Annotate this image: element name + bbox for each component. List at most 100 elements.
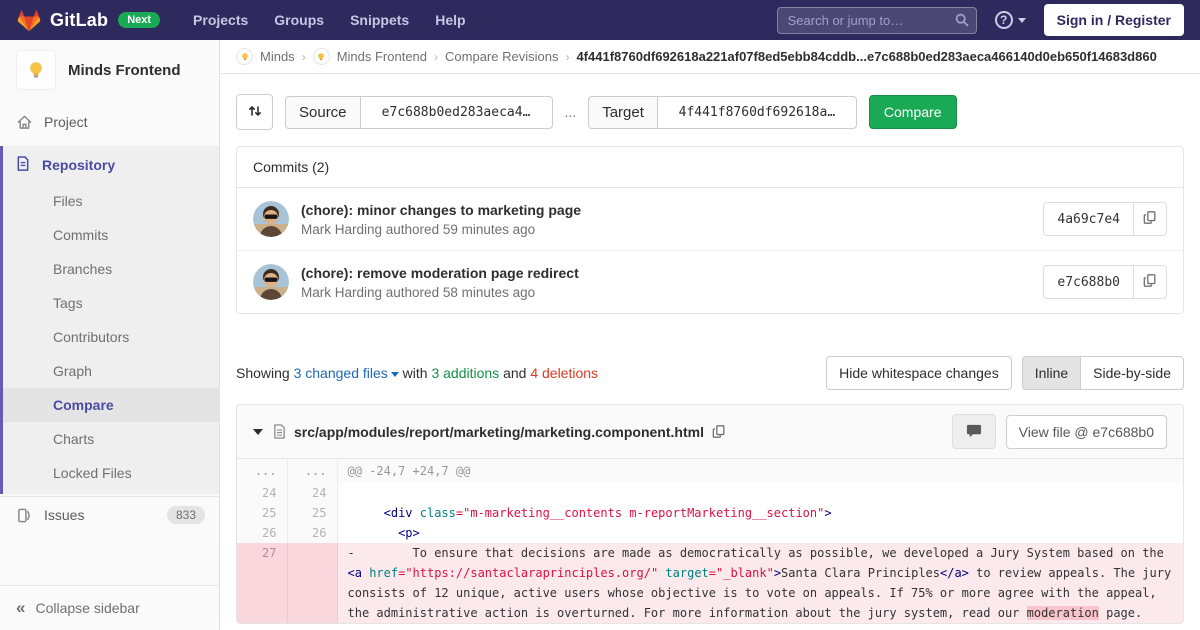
and-label: and [503,365,526,381]
compare-form: Source e7c688b0ed283aeca4… ... Target 4f… [236,94,1184,130]
nav-help[interactable]: Help [424,6,476,34]
issues-icon [16,508,32,523]
old-line-number: ... [237,459,287,483]
sidebar-item-charts[interactable]: Charts [3,422,219,456]
global-search [777,7,977,34]
breadcrumb-project[interactable]: Minds Frontend [337,49,427,64]
old-line-number[interactable]: 27 [237,543,287,623]
project-avatar-small [313,48,330,65]
sidebar-item-compare[interactable]: Compare [3,388,219,422]
sidebar-item-commits[interactable]: Commits [3,218,219,252]
copy-icon [1143,210,1157,228]
code-line: <p> [337,523,1183,543]
diff-view-toggle: Inline Side-by-side [1022,356,1184,390]
code-line: - To ensure that decisions are made as d… [337,543,1183,623]
nav-groups[interactable]: Groups [263,6,335,34]
chevron-down-icon [1018,18,1026,23]
inline-view-button[interactable]: Inline [1022,356,1080,390]
target-ref-dropdown[interactable]: 4f441f8760df692618a… [657,96,857,129]
sidebar-item-locked-files[interactable]: Locked Files [3,456,219,490]
commit-title-link[interactable]: (chore): remove moderation page redirect [301,265,1043,281]
nav-projects[interactable]: Projects [182,6,259,34]
sidebar-item-contributors[interactable]: Contributors [3,320,219,354]
range-separator: ... [565,104,577,120]
nav-snippets[interactable]: Snippets [339,6,420,34]
commits-header: Commits (2) [237,147,1183,188]
new-line-number: ... [287,459,337,483]
breadcrumb: Minds › Minds Frontend › Compare Revisio… [220,40,1200,74]
sidebar-item-branches[interactable]: Branches [3,252,219,286]
old-line-number[interactable]: 24 [237,483,287,503]
search-icon [955,13,969,27]
copy-sha-button[interactable] [1134,265,1167,299]
sidebar-item-repository[interactable]: Repository [3,146,219,184]
deleted-word-highlight: moderation [1027,606,1099,620]
sign-in-register-button[interactable]: Sign in / Register [1044,4,1184,36]
diff-file-path[interactable]: src/app/modules/report/marketing/marketi… [294,424,704,440]
sidebar-item-graph[interactable]: Graph [3,354,219,388]
file-icon [273,424,286,439]
navbar-links: Projects Groups Snippets Help [182,6,477,34]
side-by-side-view-button[interactable]: Side-by-side [1080,356,1184,390]
new-line-number[interactable]: 24 [287,483,337,503]
question-icon: ? [995,11,1013,29]
hide-whitespace-button[interactable]: Hide whitespace changes [826,356,1012,390]
gitlab-wordmark: GitLab [50,10,108,31]
old-line-number[interactable]: 25 [237,503,287,523]
collapse-sidebar-button[interactable]: « Collapse sidebar [0,585,219,630]
collapse-diff-caret[interactable] [253,429,263,435]
document-icon [16,156,30,174]
sidebar-item-label: Issues [44,507,84,523]
diff-line-context: 26 26 <p> [237,523,1183,543]
source-input-group: Source e7c688b0ed283aeca4… [285,96,553,129]
sidebar-item-tags[interactable]: Tags [3,286,219,320]
hunk-row: ... ... @@ -24,7 +24,7 @@ [237,459,1183,483]
project-avatar [16,50,56,90]
top-navbar: GitLab Next Projects Groups Snippets Hel… [0,0,1200,40]
group-avatar [236,48,253,65]
left-sidebar: Minds Frontend Project Repository Files … [0,40,220,630]
commit-meta: Mark Harding authored 59 minutes ago [301,222,1043,237]
diff-file-card: src/app/modules/report/marketing/marketi… [236,404,1184,624]
new-line-number[interactable]: 26 [287,523,337,543]
swap-revisions-button[interactable] [236,94,273,130]
toggle-comments-button[interactable] [952,414,996,449]
commit-sha-button[interactable]: e7c688b0 [1043,265,1134,299]
copy-sha-button[interactable] [1134,202,1167,236]
swap-arrows-icon [247,103,263,122]
breadcrumb-group[interactable]: Minds [260,49,295,64]
avatar [253,264,289,300]
commit-info: (chore): minor changes to marketing page… [301,202,1043,237]
commit-meta: Mark Harding authored 58 minutes ago [301,285,1043,300]
tanuki-icon [16,7,42,33]
sidebar-item-project[interactable]: Project [0,104,219,140]
source-ref-dropdown[interactable]: e7c688b0ed283aeca4… [360,96,553,129]
hunk-header: @@ -24,7 +24,7 @@ [337,459,1183,483]
search-input[interactable] [777,7,977,34]
chevron-right-icon: › [434,50,438,64]
changed-files-dropdown[interactable]: 3 changed files [294,365,388,381]
commit-title-link[interactable]: (chore): minor changes to marketing page [301,202,1043,218]
diff-stats-text: Showing 3 changed files with 3 additions… [236,365,598,381]
showing-label: Showing [236,365,290,381]
commit-sha-button[interactable]: 4a69c7e4 [1043,202,1134,236]
help-dropdown[interactable]: ? [995,11,1026,29]
additions-count: 3 additions [431,365,499,381]
sidebar-item-files[interactable]: Files [3,184,219,218]
collapse-sidebar-label: Collapse sidebar [35,600,139,616]
project-context-header[interactable]: Minds Frontend [0,40,219,104]
code-line: <div class="m-marketing__contents m-repo… [337,503,1183,523]
view-file-button[interactable]: View file @ e7c688b0 [1006,415,1167,449]
old-line-number[interactable]: 26 [237,523,287,543]
source-label: Source [285,96,360,129]
gitlab-logo[interactable]: GitLab Next [16,7,160,33]
sidebar-item-issues[interactable]: Issues 833 [0,496,219,533]
copy-file-path-button[interactable] [712,424,726,439]
code-line [337,483,1183,503]
sidebar-item-label: Repository [42,157,115,173]
breadcrumb-section[interactable]: Compare Revisions [445,49,558,64]
compare-button[interactable]: Compare [869,95,957,129]
sidebar-item-label: Project [44,114,88,130]
new-line-number[interactable]: 25 [287,503,337,523]
new-line-number[interactable] [287,543,337,623]
